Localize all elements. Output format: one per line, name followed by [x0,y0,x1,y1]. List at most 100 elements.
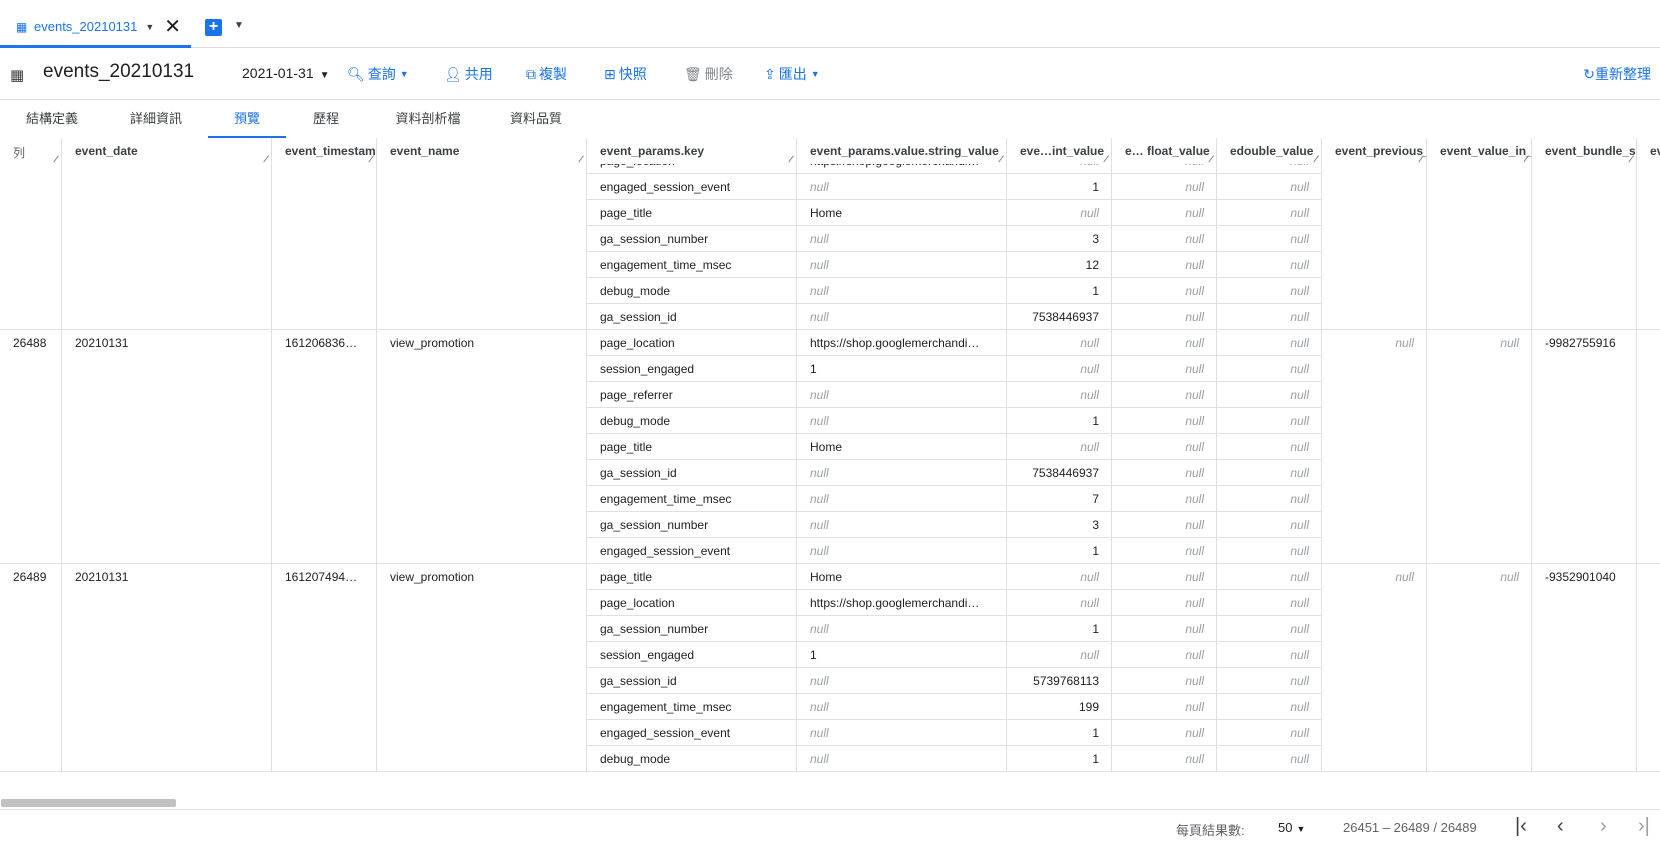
param-float-value-cell: null [1112,434,1217,460]
column-header[interactable]: eve…int_value [1007,138,1112,164]
column-header[interactable]: edouble_value [1217,138,1322,164]
refresh-button[interactable]: ↻重新整理 [1583,64,1651,84]
param-int-value-cell: 1 [1007,746,1112,772]
column-header[interactable]: event_value_in_u [1427,138,1532,164]
param-double-value-cell: null [1217,434,1322,460]
param-string-value-cell: null [797,538,1007,564]
column-resize-handle[interactable] [574,149,584,163]
refresh-icon: ↻ [1583,66,1595,82]
param-key-cell: session_engaged [587,356,797,382]
chevron-down-icon[interactable]: ▼ [234,20,244,31]
snapshot-button[interactable]: ⊞ 快照 [604,64,647,84]
column-header[interactable]: 列 [0,138,62,164]
prev-page-icon[interactable]: ‹ [1557,815,1564,838]
column-header[interactable]: event_params.value.string_value [797,138,1007,164]
param-float-value-cell: null [1112,356,1217,382]
chevron-down-icon[interactable]: ▼ [145,22,154,32]
column-resize-handle[interactable] [1204,149,1214,163]
column-resize-handle[interactable] [49,149,59,163]
param-double-value-cell: null [1217,486,1322,512]
param-double-value-cell: null [1217,694,1322,720]
copy-button[interactable]: ⧉ 複製 [526,64,567,84]
param-float-value-cell: null [1112,174,1217,200]
tab-schema[interactable]: 結構定義 [0,100,104,138]
tab-data-quality[interactable]: 資料品質 [490,100,582,138]
param-string-value-cell: null [797,278,1007,304]
param-string-value-cell: null [797,668,1007,694]
param-key-cell: ga_session_number [587,616,797,642]
tab-details[interactable]: 詳細資訊 [104,100,208,138]
param-float-value-cell: null [1112,330,1217,356]
param-double-value-cell: null [1217,668,1322,694]
param-key-cell: session_engaged [587,642,797,668]
column-resize-handle[interactable] [1519,149,1529,163]
share-button[interactable]: 👤︎ 共用 [444,64,493,84]
event-timestamp-cell: 161207494… [272,564,377,772]
tab-strip: ▦ events_20210131 ▼ ✕ + ▼ [0,0,1660,48]
page-size-value: 50 [1278,820,1293,835]
column-header[interactable]: event_date [62,138,272,164]
param-double-value-cell: null [1217,720,1322,746]
param-double-value-cell: null [1217,304,1322,330]
tab-preview[interactable]: 預覽 [208,100,286,138]
scrollbar-thumb[interactable] [1,799,176,807]
column-header[interactable]: e… float_value [1112,138,1217,164]
tab-data-profile[interactable]: 資料剖析檔 [366,100,490,138]
copy-icon: ⧉ [526,65,536,82]
page-title: events_20210131 [43,61,195,82]
page-size-select[interactable]: 50 ▼ [1278,820,1305,835]
column-resize-handle[interactable] [259,149,269,163]
column-header[interactable]: event_previous_ [1322,138,1427,164]
param-string-value-cell: Home [797,564,1007,590]
param-double-value-cell: null [1217,590,1322,616]
truncated-cell [1637,564,1660,772]
param-string-value-cell: null [797,694,1007,720]
delete-button[interactable]: 🗑︎ 刪除 [684,64,733,84]
param-int-value-cell: null [1007,564,1112,590]
param-int-value-cell: null [1007,200,1112,226]
param-int-value-cell: 1 [1007,616,1112,642]
last-page-icon[interactable]: ›| [1638,815,1650,838]
column-resize-handle[interactable] [1309,149,1319,163]
param-float-value-cell: null [1112,642,1217,668]
export-button[interactable]: ⇪ 匯出 ▼ [764,64,820,84]
param-int-value-cell: 12 [1007,252,1112,278]
column-resize-handle[interactable] [1624,149,1634,163]
column-header[interactable]: event_name [377,138,587,164]
column-header[interactable]: ev [1637,138,1660,164]
chevron-down-icon: ▼ [319,70,330,81]
param-double-value-cell: null [1217,616,1322,642]
close-icon[interactable]: ✕ [164,17,181,37]
tab-lineage[interactable]: 歷程 [286,100,366,138]
param-int-value-cell: 1 [1007,408,1112,434]
next-page-icon[interactable]: › [1600,815,1607,838]
column-resize-handle[interactable] [1099,149,1109,163]
column-resize-handle[interactable] [994,149,1004,163]
date-select[interactable]: 2021-01-31 ▼ [242,65,330,81]
extra-value-cell: null [1427,330,1532,564]
horizontal-scrollbar[interactable] [0,795,1660,810]
row-number: 26489 [0,564,62,772]
column-header[interactable]: event_params.key [587,138,797,164]
param-double-value-cell: null [1217,538,1322,564]
tab-events-table[interactable]: ▦ events_20210131 ▼ ✕ [0,8,191,48]
column-resize-handle[interactable] [784,149,794,163]
param-string-value-cell: null [797,304,1007,330]
param-float-value-cell: null [1112,564,1217,590]
param-key-cell: page_location [587,590,797,616]
column-header[interactable]: event_bundle_se [1532,138,1637,164]
query-button[interactable]: 🔍︎ 查詢 ▼ [347,64,409,84]
param-key-cell: debug_mode [587,746,797,772]
event-date-cell: 20210131 [62,330,272,564]
column-resize-handle[interactable] [364,149,374,163]
param-string-value-cell: null [797,486,1007,512]
column-resize-handle[interactable] [1414,149,1424,163]
column-header[interactable]: event_timestam [272,138,377,164]
share-label: 共用 [464,66,493,82]
param-float-value-cell: null [1112,720,1217,746]
param-int-value-cell: 5739768113 [1007,668,1112,694]
trash-icon: 🗑︎ [684,65,702,82]
param-float-value-cell: null [1112,538,1217,564]
first-page-icon[interactable]: |‹ [1515,815,1527,838]
add-tab-icon[interactable]: + [205,19,222,36]
